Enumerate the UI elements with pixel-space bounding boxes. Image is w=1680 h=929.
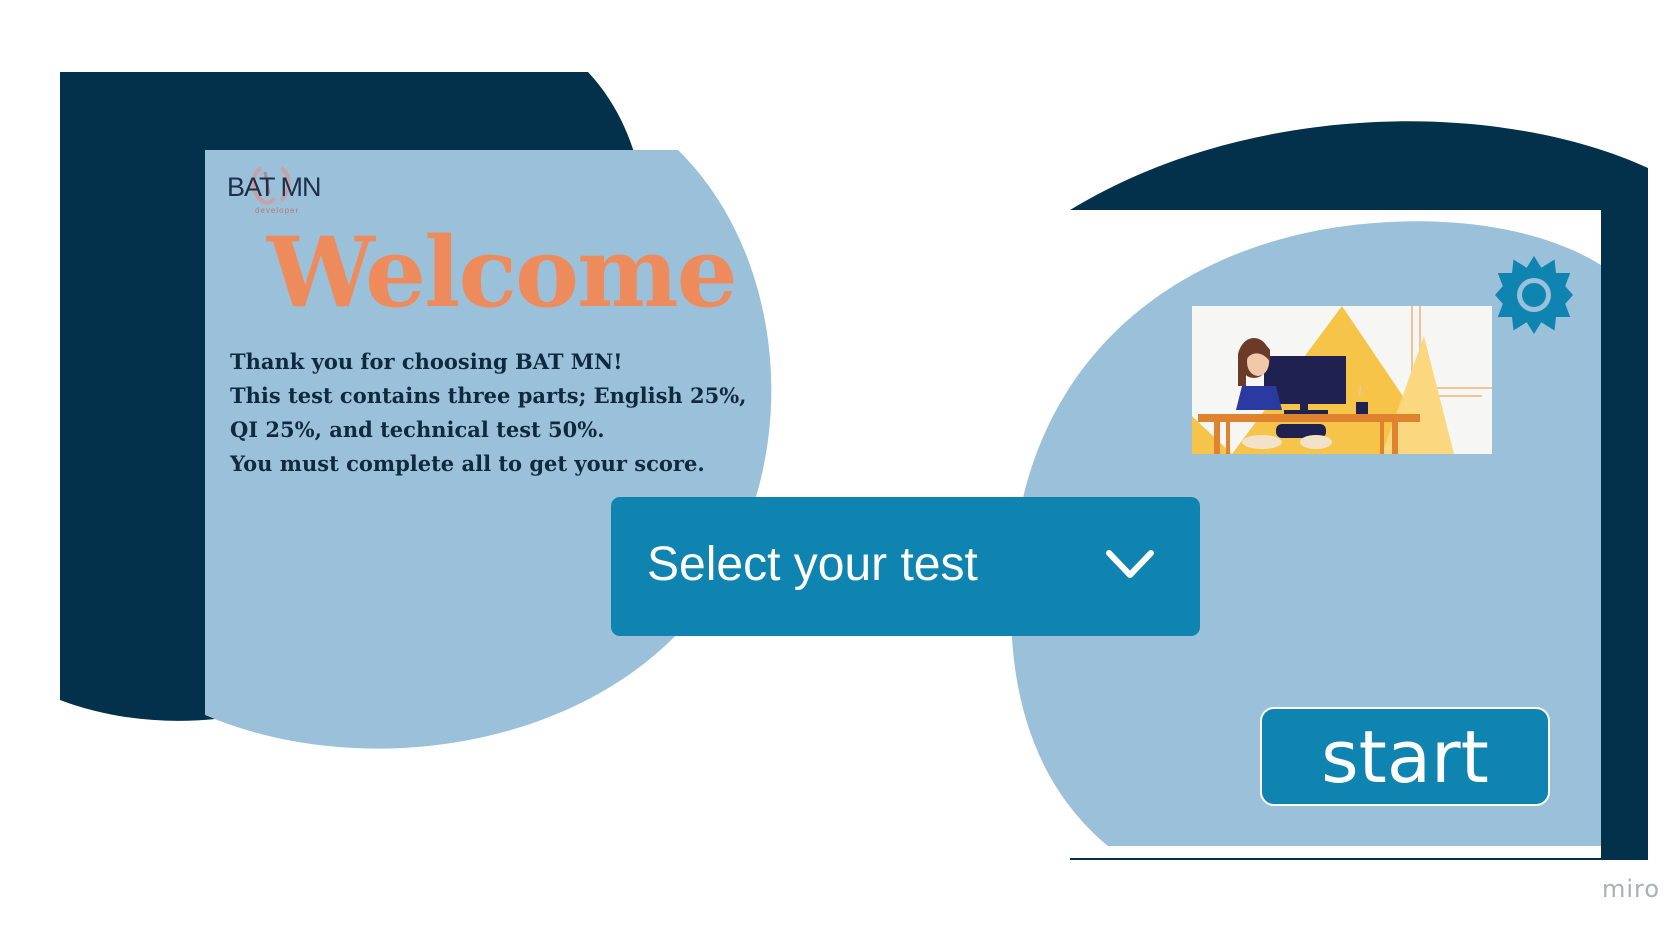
logo-subtitle: developer — [255, 206, 300, 215]
logo-text: BAT MN — [227, 172, 322, 202]
intro-line: QI 25%, and technical test 50%. — [230, 417, 605, 442]
test-select-dropdown[interactable]: Select your test — [611, 497, 1200, 636]
welcome-title: Welcome — [267, 216, 738, 329]
illustration-drawing — [1192, 306, 1492, 454]
miro-watermark: miro — [1602, 875, 1661, 903]
person-at-computer-illustration — [1192, 306, 1492, 454]
gear-icon[interactable] — [1495, 256, 1573, 334]
intro-line: Thank you for choosing BAT MN! — [230, 349, 623, 374]
right-bottom-strip — [1020, 846, 1601, 858]
start-button[interactable]: start — [1260, 707, 1550, 806]
intro-line: You must complete all to get your score. — [230, 451, 705, 476]
intro-line: This test contains three parts; English … — [230, 383, 747, 408]
intro-text: Thank you for choosing BAT MN! This test… — [230, 345, 790, 481]
chevron-down-icon — [1106, 550, 1154, 578]
canvas: BAT MN developer Welcome Thank you for c… — [0, 0, 1680, 929]
brand-logo: BAT MN developer — [227, 162, 347, 222]
test-select-label: Select your test — [647, 538, 978, 591]
